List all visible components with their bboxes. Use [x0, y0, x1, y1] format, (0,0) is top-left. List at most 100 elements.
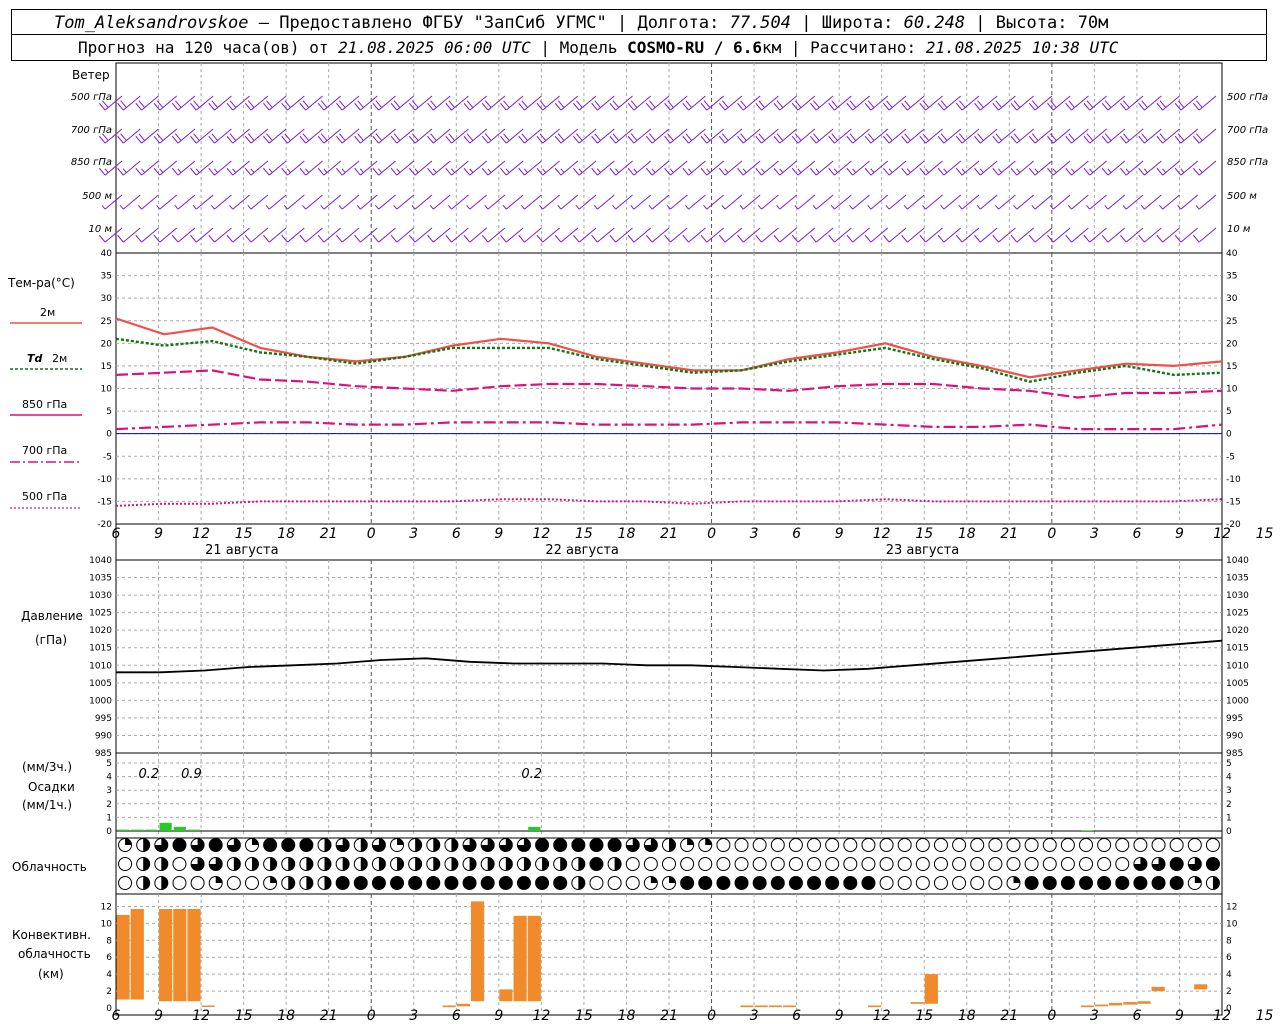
wind-barb-feather [904, 133, 911, 141]
cloud-fill [825, 876, 839, 890]
wind-barb [408, 160, 433, 176]
wind-barb-feather [609, 135, 617, 144]
wind-barb [518, 227, 542, 243]
wind-barb-shaft [341, 128, 360, 144]
wind-barb-feather [576, 100, 583, 108]
conv-xtick: 6 [452, 1008, 461, 1024]
cloud-fill [578, 857, 585, 871]
conv-bar [1137, 1001, 1151, 1004]
wind-barb [554, 227, 579, 243]
wind-barb [429, 194, 451, 210]
conv-xtick: 12 [192, 1008, 210, 1024]
wind-barb-feather [354, 102, 361, 111]
wind-barb-shaft [1034, 194, 1053, 210]
wind-barb-shaft [323, 160, 342, 176]
cloud-symbol [1024, 857, 1039, 871]
wind-barb-feather [117, 167, 124, 176]
wind-barb [864, 128, 889, 144]
wind-barb-feather [1141, 133, 1148, 141]
cloud-symbol [933, 838, 948, 852]
wind-barb [411, 194, 433, 210]
wind-barb-feather [266, 100, 273, 108]
cloud-fill [354, 876, 368, 890]
wind-barb-feather [828, 234, 835, 243]
wind-barb-shaft [451, 227, 469, 243]
wind-barb-feather [229, 100, 237, 108]
cloud-fill [143, 838, 150, 852]
wind-barb-shaft [414, 128, 433, 144]
wind-barb-feather [627, 167, 635, 176]
wind-barb [317, 227, 342, 243]
wind-barb-feather [193, 100, 200, 108]
wind-barb-feather [649, 133, 656, 141]
cloud-fill [209, 838, 223, 852]
wind-barb-shaft [214, 95, 232, 111]
wind-barb-feather [411, 133, 419, 141]
wind-barb-shaft [1052, 128, 1071, 144]
wind-barb [390, 160, 415, 176]
conv-bar [1094, 1004, 1109, 1007]
wind-barb-feather [226, 167, 234, 176]
wind-barb-feather [864, 102, 872, 111]
wind-barb-shaft [706, 128, 725, 144]
wind-barb-feather [791, 234, 799, 243]
wind-barb-feather [354, 135, 361, 144]
temp-xtick: 6 [1132, 526, 1141, 542]
wind-barb [593, 194, 615, 210]
wind-barb-shaft [961, 160, 980, 176]
wind-barb-shaft [1071, 227, 1089, 243]
wind-barb-feather [396, 168, 401, 173]
wind-barb-shaft [433, 95, 451, 111]
meteogram: 0.2 0.9 0.2 40 4035 3530 3025 2520 2015 1510 105 5… [7, 62, 1274, 1024]
wind-barb-feather [1083, 234, 1091, 243]
wind-barb-shaft [560, 194, 579, 210]
wind-barb [354, 160, 378, 176]
wind-barb-feather [755, 234, 762, 243]
wind-barb-shaft [834, 95, 852, 111]
wind-barb [536, 227, 560, 243]
wind-barb-feather [265, 204, 270, 210]
wind-barb-shaft [1016, 95, 1034, 111]
wind-barb-shaft [268, 194, 287, 210]
wind-barb-feather [211, 133, 218, 141]
wind-barb-feather [119, 204, 124, 210]
wind-barb-shaft [177, 160, 196, 176]
wind-barb-feather [372, 102, 380, 111]
wind-barb-feather [1068, 133, 1075, 141]
wind-barb-shaft [797, 160, 816, 176]
wind-barb-shaft [943, 128, 962, 144]
cloud-title: Облачность [12, 860, 87, 874]
wind-barb [1083, 128, 1107, 144]
wind-barb-shaft [815, 160, 834, 176]
wind-barb-feather [505, 168, 510, 173]
wind-barb [1047, 227, 1071, 243]
cloud-symbol [734, 838, 749, 852]
wind-barb [263, 95, 287, 111]
wind-barb-shaft [195, 194, 214, 210]
temp-xtick: 21 [1000, 526, 1018, 542]
wind-barb-shaft [615, 95, 633, 111]
wind-barb [1101, 160, 1126, 176]
wind-barb-feather [317, 135, 325, 144]
wind-barb-feather [244, 135, 252, 144]
wind-barb-feather [557, 133, 565, 141]
wind-barb-shaft [487, 194, 506, 210]
wind-barb [992, 95, 1016, 111]
wind-barb [445, 95, 469, 111]
wind-barb-feather [974, 135, 981, 144]
wind-barb-feather [867, 204, 872, 210]
wind-barb-feather [700, 167, 708, 176]
wind-barb-feather [390, 234, 398, 243]
wind-barb-feather [645, 234, 653, 243]
wind-barb-shaft [1052, 160, 1071, 176]
conv-xtick: 21 [1000, 1008, 1018, 1024]
wind-barb-feather [1196, 100, 1203, 108]
wind-barb [755, 227, 779, 243]
wind-barb-feather [98, 135, 106, 144]
wind-barb-shaft [505, 95, 524, 111]
wind-barb-shaft [1162, 227, 1180, 243]
wind-barb-shaft [1107, 160, 1126, 176]
wind-barb-feather [791, 102, 799, 111]
wind-barb-feather [247, 204, 252, 210]
wind-barb-feather [992, 167, 999, 176]
